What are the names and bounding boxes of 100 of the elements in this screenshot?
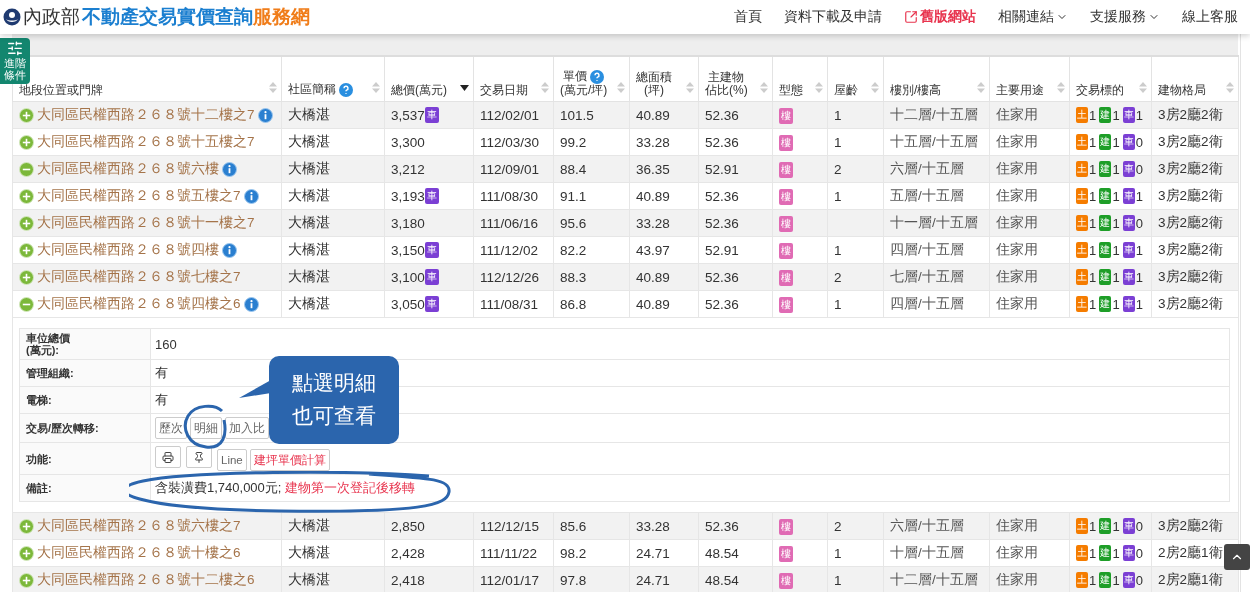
expand-icon[interactable] <box>19 572 34 588</box>
sort-icon[interactable] <box>1226 82 1234 93</box>
remark-text: 含裝潢費1,740,000元; 建物第一次登記後移轉 <box>155 480 416 496</box>
nav-link[interactable]: 支援服務 <box>1090 8 1160 26</box>
table-cell: 52.36 <box>698 128 773 156</box>
table-cell: 48.54 <box>698 539 773 567</box>
table-cell: 52.36 <box>698 182 773 210</box>
sort-icon[interactable] <box>269 82 277 93</box>
sort-icon[interactable] <box>871 82 879 93</box>
type-badge: 樓 <box>779 572 793 589</box>
tag-badge: 建 <box>1099 161 1112 177</box>
collapse-icon[interactable] <box>19 296 34 312</box>
table-cell: 82.2 <box>553 236 630 264</box>
collapse-icon[interactable] <box>19 161 34 177</box>
sort-desc-icon[interactable] <box>460 85 469 91</box>
tag-badge: 土 <box>1076 269 1089 285</box>
column-header[interactable]: 佔比(%) <box>705 83 748 97</box>
tag-badge: 土 <box>1076 518 1089 535</box>
info-icon[interactable] <box>243 296 259 312</box>
column-header[interactable]: 總面積 <box>636 70 672 84</box>
tag-badge: 建 <box>1099 518 1112 535</box>
column-header[interactable]: 單價 <box>563 70 588 84</box>
parking-badge: 車 <box>424 188 439 204</box>
table-cell: 2 <box>827 512 884 540</box>
tag-badge: 土 <box>1076 545 1089 562</box>
nav-link[interactable]: 線上客服 <box>1182 8 1238 26</box>
detail-button[interactable]: 歷次 <box>155 417 187 440</box>
sort-icon[interactable] <box>1139 82 1147 93</box>
parking-badge: 車 <box>424 296 439 312</box>
detail-button[interactable]: 明細 <box>190 417 222 440</box>
column-header[interactable]: 屋齡 <box>834 83 858 97</box>
table-cell: 86.8 <box>553 290 630 318</box>
tag-count: 1 <box>1112 188 1120 204</box>
column-header[interactable]: 交易標的 <box>1076 83 1124 97</box>
table-cell: 大橋湛 <box>281 290 385 318</box>
nav-link[interactable]: 舊版網站 <box>904 8 976 26</box>
calc-button[interactable]: 建坪單價計算 <box>249 449 330 472</box>
column-header[interactable]: (萬元/坪) <box>560 83 608 97</box>
column-header[interactable]: 交易日期 <box>480 83 528 97</box>
type-badge: 樓 <box>779 161 793 178</box>
table-cell: 六層/十五層 <box>883 155 990 183</box>
expand-icon[interactable] <box>19 107 34 123</box>
sort-icon[interactable] <box>541 82 549 93</box>
filter-button[interactable]: 進階條件 <box>0 38 30 84</box>
table-cell: 大橋湛 <box>281 512 385 540</box>
table-cell: 住家用 <box>989 290 1070 318</box>
table-cell: 大橋湛 <box>281 128 385 156</box>
nav-link[interactable]: 首頁 <box>734 8 762 26</box>
column-header[interactable]: 社區簡稱 <box>288 83 336 97</box>
sort-icon[interactable] <box>686 82 694 93</box>
scroll-top-button[interactable] <box>1224 544 1250 570</box>
tag-badge: 土 <box>1076 572 1089 589</box>
price-text: 2,418 <box>391 572 425 588</box>
table-cell: 大橋湛 <box>281 539 385 567</box>
tag-count: 1 <box>1112 269 1120 285</box>
tag-count: 1 <box>1089 134 1097 150</box>
sort-icon[interactable] <box>815 82 823 93</box>
column-header[interactable]: 地段位置或門牌 <box>19 83 103 97</box>
nav-link[interactable]: 相關連結 <box>998 8 1068 26</box>
nav-link[interactable]: 資料下載及申請 <box>784 8 882 26</box>
type-badge: 樓 <box>779 242 793 259</box>
table-cell: 十層/十五層 <box>883 539 990 567</box>
help-icon[interactable] <box>590 69 605 84</box>
sort-icon[interactable] <box>760 82 768 93</box>
expand-icon[interactable] <box>19 518 34 534</box>
info-icon[interactable] <box>222 242 237 258</box>
column-header[interactable]: 總價(萬元) <box>391 83 447 97</box>
print-button[interactable] <box>155 446 181 469</box>
table-cell: 24.71 <box>629 539 699 567</box>
info-icon[interactable] <box>257 107 273 123</box>
help-icon[interactable] <box>339 83 353 97</box>
pin-button[interactable] <box>186 446 212 469</box>
column-header[interactable]: 建物格局 <box>1158 83 1206 97</box>
expand-icon[interactable] <box>19 215 34 231</box>
expand-icon[interactable] <box>19 269 34 285</box>
table-cell: 1 <box>827 128 884 156</box>
tag-badge: 建 <box>1099 269 1112 285</box>
expand-icon[interactable] <box>19 134 34 150</box>
detail-label: 交易/歷次轉移: <box>26 422 100 435</box>
sort-icon[interactable] <box>372 82 380 93</box>
column-header[interactable]: 主建物 <box>708 70 745 84</box>
expand-icon[interactable] <box>19 545 34 561</box>
column-header[interactable]: (坪) <box>644 83 664 97</box>
detail-label: 功能: <box>26 452 53 465</box>
info-icon[interactable] <box>222 161 237 177</box>
sort-icon[interactable] <box>977 82 985 93</box>
detail-button[interactable]: 加入比 <box>225 417 269 440</box>
table-cell: 住家用 <box>989 128 1070 156</box>
site-title[interactable]: 不動產交易實價查詢服務網 <box>82 4 310 30</box>
expand-icon[interactable] <box>19 242 34 258</box>
sort-icon[interactable] <box>617 82 625 93</box>
info-icon[interactable] <box>243 188 259 204</box>
column-header[interactable]: 樓別/樓高 <box>890 83 942 97</box>
column-header[interactable]: 主要用途 <box>996 83 1044 97</box>
column-header[interactable]: 型態 <box>779 83 803 97</box>
table-cell: 住家用 <box>989 539 1070 567</box>
detail-button[interactable]: Line <box>217 448 247 471</box>
sort-icon[interactable] <box>1057 82 1065 93</box>
expand-icon[interactable] <box>19 188 34 204</box>
table-cell: 大橋湛 <box>281 236 385 264</box>
